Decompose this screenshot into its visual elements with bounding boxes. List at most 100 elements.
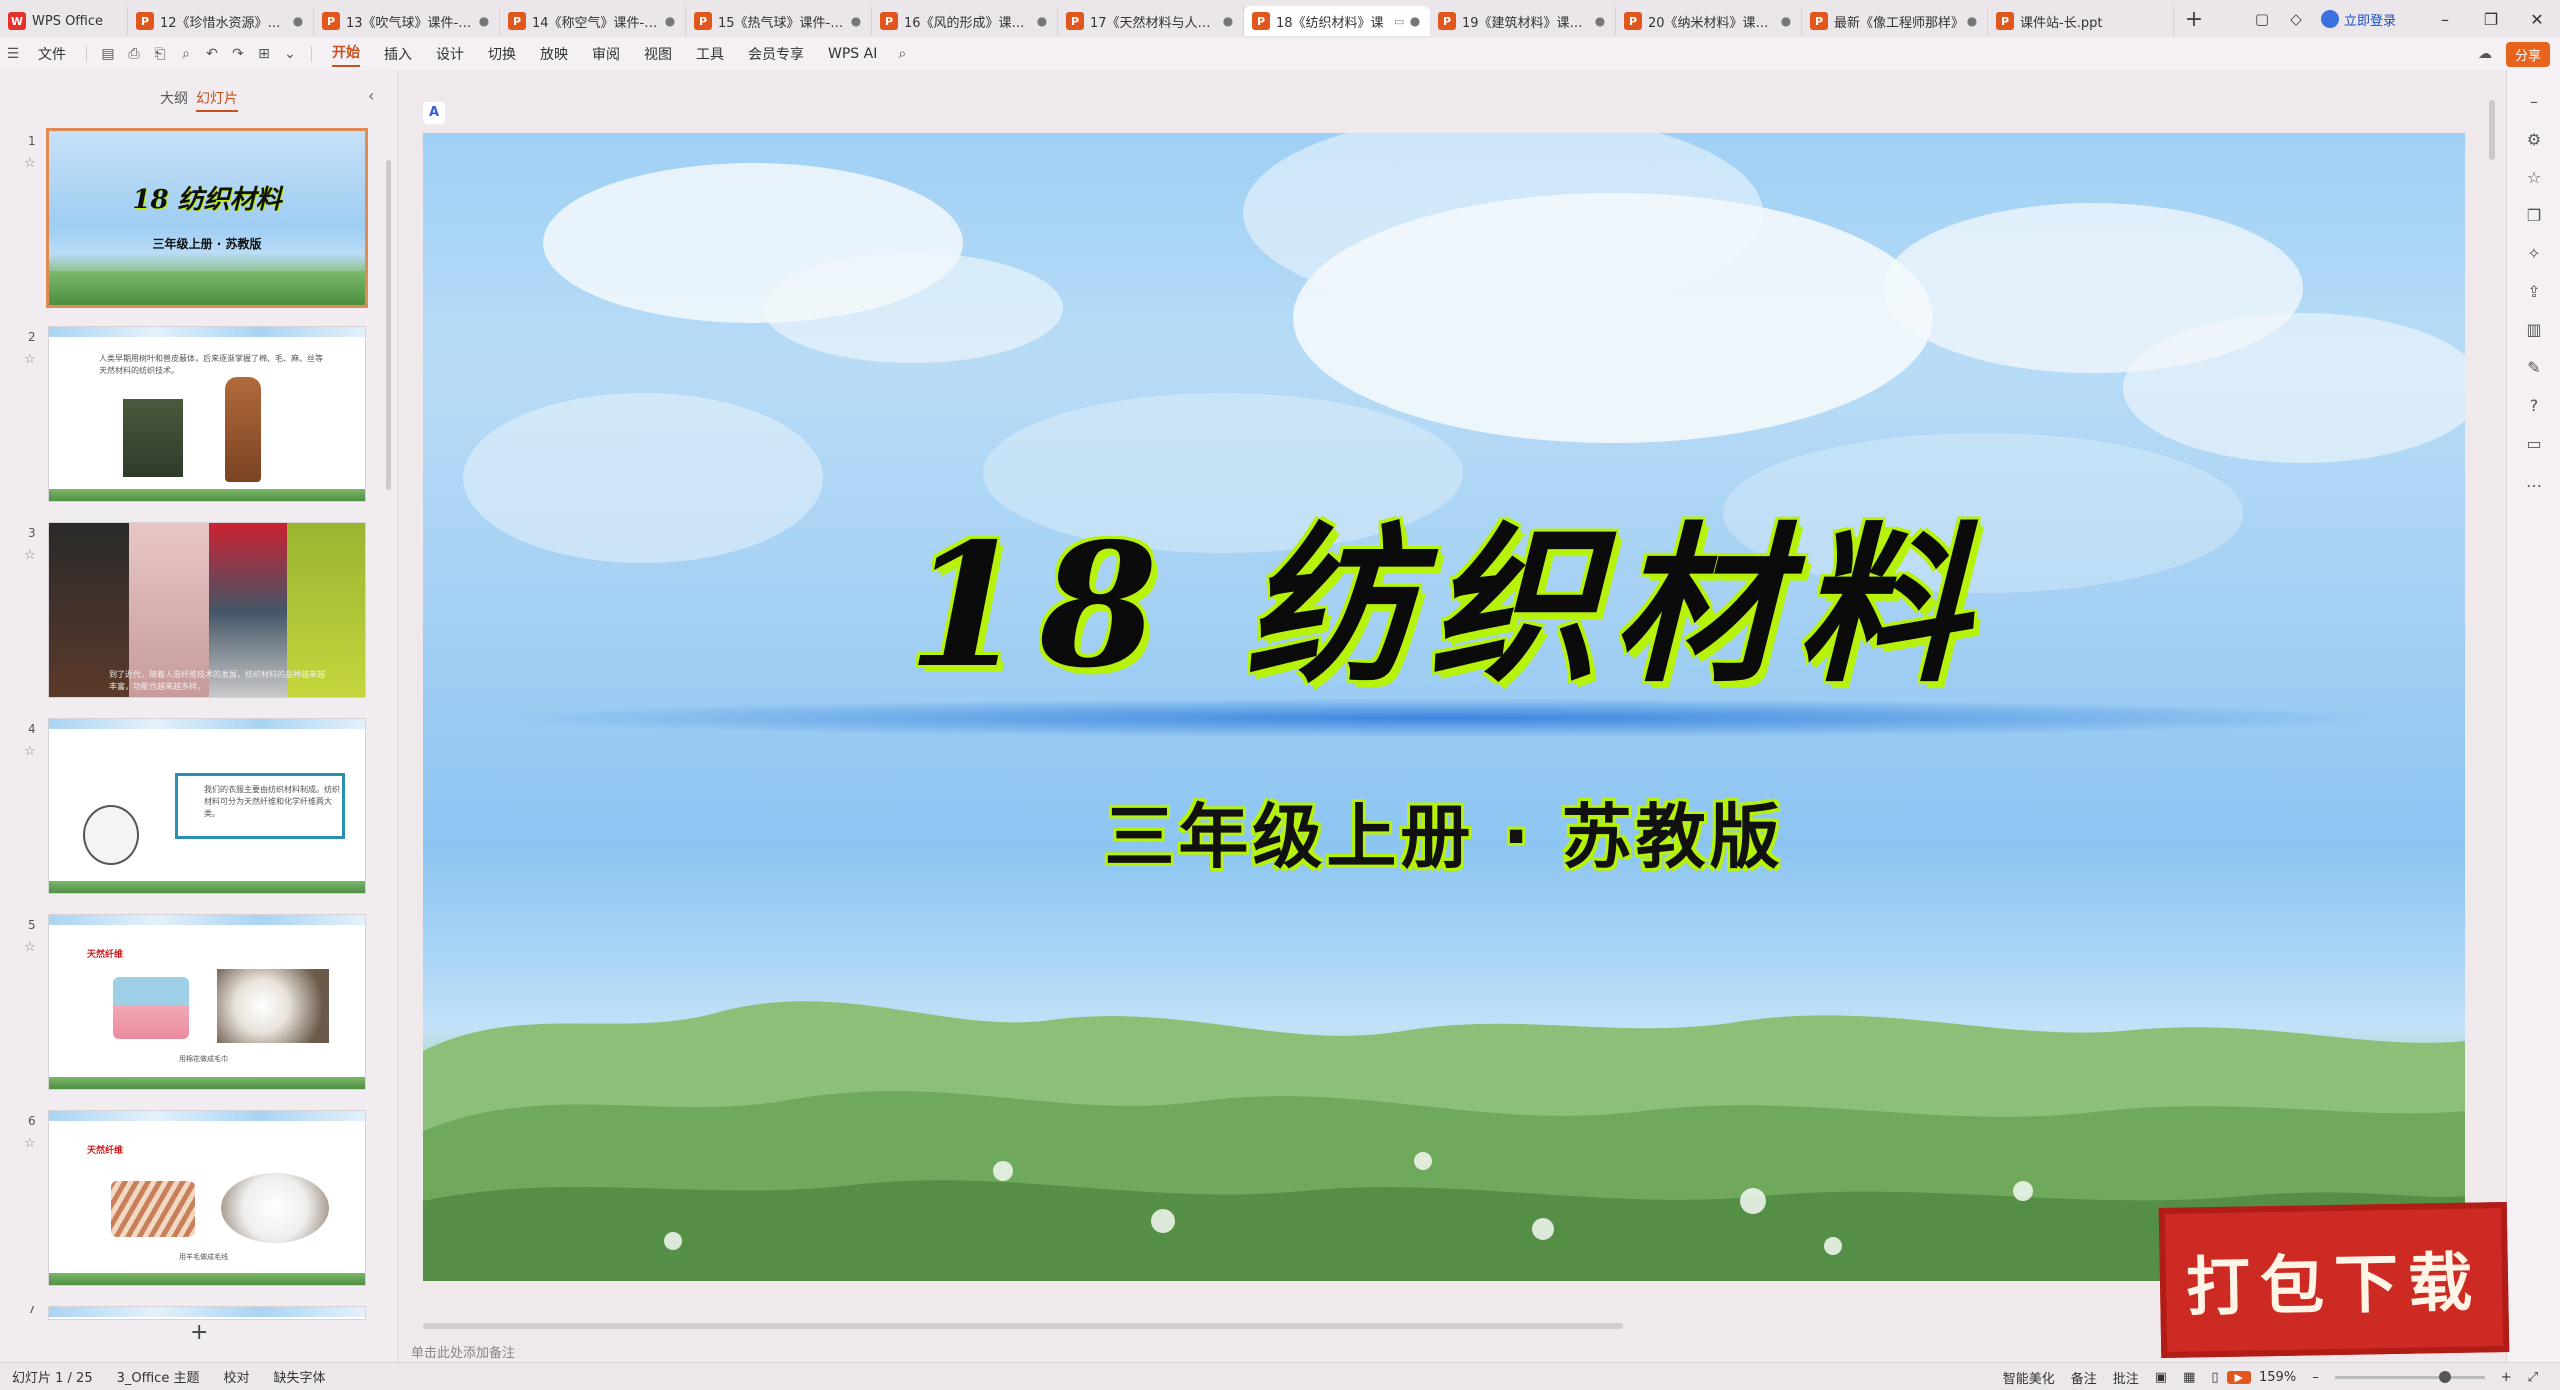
- restore-icon[interactable]: ❐: [2468, 10, 2514, 29]
- search-icon[interactable]: ⌕: [889, 46, 915, 62]
- missing-font-button[interactable]: 缺失字体: [261, 1367, 337, 1386]
- star-icon[interactable]: ☆: [24, 156, 36, 171]
- magic-icon[interactable]: ✧: [2507, 244, 2560, 263]
- menu-home[interactable]: 开始: [320, 38, 372, 70]
- slide-title[interactable]: 18 纺织材料: [423, 468, 2465, 714]
- share-button[interactable]: 分享: [2505, 41, 2550, 67]
- slide-subtitle[interactable]: 三年级上册 · 苏教版: [423, 781, 2465, 882]
- normal-view-icon[interactable]: ▣: [2147, 1370, 2175, 1385]
- minimize-icon[interactable]: –: [2422, 10, 2468, 29]
- menu-design[interactable]: 设计: [424, 38, 476, 70]
- undo-icon[interactable]: ↶: [199, 46, 225, 62]
- reading-view-icon[interactable]: ▯: [2203, 1370, 2226, 1385]
- close-icon[interactable]: ●: [1035, 14, 1049, 28]
- close-icon[interactable]: ●: [1965, 14, 1979, 28]
- comments-button[interactable]: 批注: [2105, 1368, 2147, 1387]
- close-icon[interactable]: ●: [1779, 14, 1793, 28]
- slide-thumbnail[interactable]: 到了近代，随着人造纤维技术的发展，纺织材料的品种越来越丰富，功能也越来越多样。: [48, 522, 366, 698]
- ai-assist-icon[interactable]: A: [423, 102, 445, 124]
- panel-scrollbar[interactable]: [386, 160, 391, 490]
- star-icon[interactable]: ☆: [24, 1136, 36, 1151]
- vertical-scrollbar[interactable]: [2489, 100, 2495, 160]
- scrollbar-thumb[interactable]: [423, 1323, 1623, 1329]
- star-icon[interactable]: ☆: [2507, 168, 2560, 187]
- zoom-level[interactable]: 159%: [2251, 1370, 2304, 1385]
- print-icon[interactable]: ⎗: [147, 46, 173, 62]
- close-icon[interactable]: ●: [477, 14, 491, 28]
- menu-review[interactable]: 审阅: [580, 38, 632, 70]
- menu-view[interactable]: 视图: [632, 38, 684, 70]
- add-slide-button[interactable]: +: [190, 1320, 208, 1345]
- close-icon[interactable]: ●: [1408, 14, 1422, 28]
- close-icon[interactable]: ●: [849, 14, 863, 28]
- tab-document[interactable]: P 17《天然材料与人造材 ●: [1058, 6, 1244, 36]
- login-button[interactable]: 立即登录: [2320, 10, 2396, 29]
- menu-tools[interactable]: 工具: [684, 38, 736, 70]
- slide-thumbnail[interactable]: 我们的衣服主要由纺织材料制成。纺织材料可分为天然纤维和化学纤维两大类。: [48, 718, 366, 894]
- notes-button[interactable]: 备注: [2063, 1368, 2105, 1387]
- download-stamp[interactable]: 打包下载: [2158, 1201, 2510, 1359]
- star-icon[interactable]: ☆: [24, 352, 36, 367]
- menu-insert[interactable]: 插入: [372, 38, 424, 70]
- edit-icon[interactable]: ✎: [2507, 358, 2560, 377]
- cube-icon[interactable]: ◇: [2279, 10, 2313, 28]
- more-icon[interactable]: …: [2507, 472, 2560, 491]
- tab-outline[interactable]: 大纲: [160, 88, 188, 108]
- theme-label[interactable]: 3_Office 主题: [105, 1367, 212, 1386]
- book-icon[interactable]: ▥: [2507, 320, 2560, 339]
- zoom-slider[interactable]: [2334, 1370, 2485, 1383]
- collapse-icon[interactable]: –: [2507, 92, 2560, 111]
- comment-icon[interactable]: ▭: [2507, 434, 2560, 453]
- fit-window-icon[interactable]: ⤢: [2520, 1370, 2546, 1385]
- tab-document[interactable]: P 16《风的形成》课件-2(●: [872, 6, 1058, 36]
- tab-document-active[interactable]: P 18《纺织材料》课 ▭ ●: [1244, 6, 1430, 36]
- tab-document[interactable]: P 14《称空气》课件-202 ●: [500, 6, 686, 36]
- grid-view-icon[interactable]: ▦: [2175, 1370, 2203, 1385]
- close-window-icon[interactable]: ✕: [2514, 10, 2560, 29]
- slide-canvas[interactable]: 18 纺织材料 三年级上册 · 苏教版: [423, 133, 2465, 1281]
- tab-document[interactable]: P 最新《像工程师那样》 ●: [1802, 6, 1988, 36]
- slide-thumbnail[interactable]: [48, 1306, 366, 1320]
- tab-slides[interactable]: 幻灯片: [196, 88, 238, 112]
- slide-thumbnail[interactable]: 天然纤维 用棉花做成毛巾: [48, 914, 366, 1090]
- tab-document[interactable]: P 课件站-长.ppt: [1988, 6, 2174, 36]
- close-icon[interactable]: ●: [291, 14, 305, 28]
- proofing-button[interactable]: 校对: [211, 1367, 261, 1386]
- tab-document[interactable]: P 20《纳米材料》课件-20 ●: [1616, 6, 1802, 36]
- chevron-down-icon[interactable]: ⌄: [277, 46, 303, 62]
- close-icon[interactable]: ●: [1221, 14, 1235, 28]
- help-icon[interactable]: ?: [2507, 396, 2560, 415]
- copy-icon[interactable]: ❐: [2507, 206, 2560, 225]
- beautify-button[interactable]: 智能美化: [1995, 1368, 2063, 1387]
- export-pdf-icon[interactable]: ⎙: [121, 46, 147, 62]
- slide-thumbnail[interactable]: 人类早期用树叶和兽皮蔽体，后来逐渐掌握了棉、毛、麻、丝等天然材料的纺织技术。: [48, 326, 366, 502]
- slide-thumbnail[interactable]: 18 纺织材料 三年级上册 · 苏教版: [46, 128, 368, 308]
- menu-file[interactable]: 文件: [26, 38, 78, 70]
- notes-placeholder[interactable]: 单击此处添加备注: [411, 1342, 515, 1361]
- close-icon[interactable]: ●: [663, 14, 677, 28]
- star-icon[interactable]: ☆: [24, 940, 36, 955]
- tab-document[interactable]: P 19《建筑材料》课件-2025●: [1430, 6, 1616, 36]
- tab-wps-office[interactable]: W WPS Office: [0, 6, 128, 36]
- star-icon[interactable]: ☆: [24, 548, 36, 563]
- save-icon[interactable]: ▤: [95, 46, 121, 62]
- menu-slideshow[interactable]: 放映: [528, 38, 580, 70]
- menu-transitions[interactable]: 切换: [476, 38, 528, 70]
- window-layout-icon[interactable]: ▢: [2245, 10, 2279, 28]
- horizontal-scrollbar[interactable]: [423, 1323, 2073, 1331]
- zoom-slider-knob[interactable]: [2438, 1370, 2451, 1383]
- menu-member[interactable]: 会员专享: [736, 38, 816, 70]
- cloud-icon[interactable]: ☁: [2472, 46, 2498, 62]
- hamburger-icon[interactable]: ☰: [0, 46, 26, 62]
- tab-document[interactable]: P 13《吹气球》课件-202 ●: [314, 6, 500, 36]
- menu-wps-ai[interactable]: WPS AI: [816, 38, 889, 70]
- close-icon[interactable]: ●: [1593, 14, 1607, 28]
- tab-document[interactable]: P 12《珍惜水资源》课件 ●: [128, 6, 314, 36]
- print-preview-icon[interactable]: ⌕: [173, 46, 199, 62]
- redo-icon[interactable]: ↷: [225, 46, 251, 62]
- new-tab-button[interactable]: +: [2174, 7, 2214, 32]
- zoom-out-icon[interactable]: –: [2304, 1370, 2327, 1385]
- slide-thumbnail[interactable]: 天然纤维 用羊毛做成毛线: [48, 1110, 366, 1286]
- collapse-icon[interactable]: ‹: [368, 86, 374, 105]
- tab-document[interactable]: P 15《热气球》课件-202 ●: [686, 6, 872, 36]
